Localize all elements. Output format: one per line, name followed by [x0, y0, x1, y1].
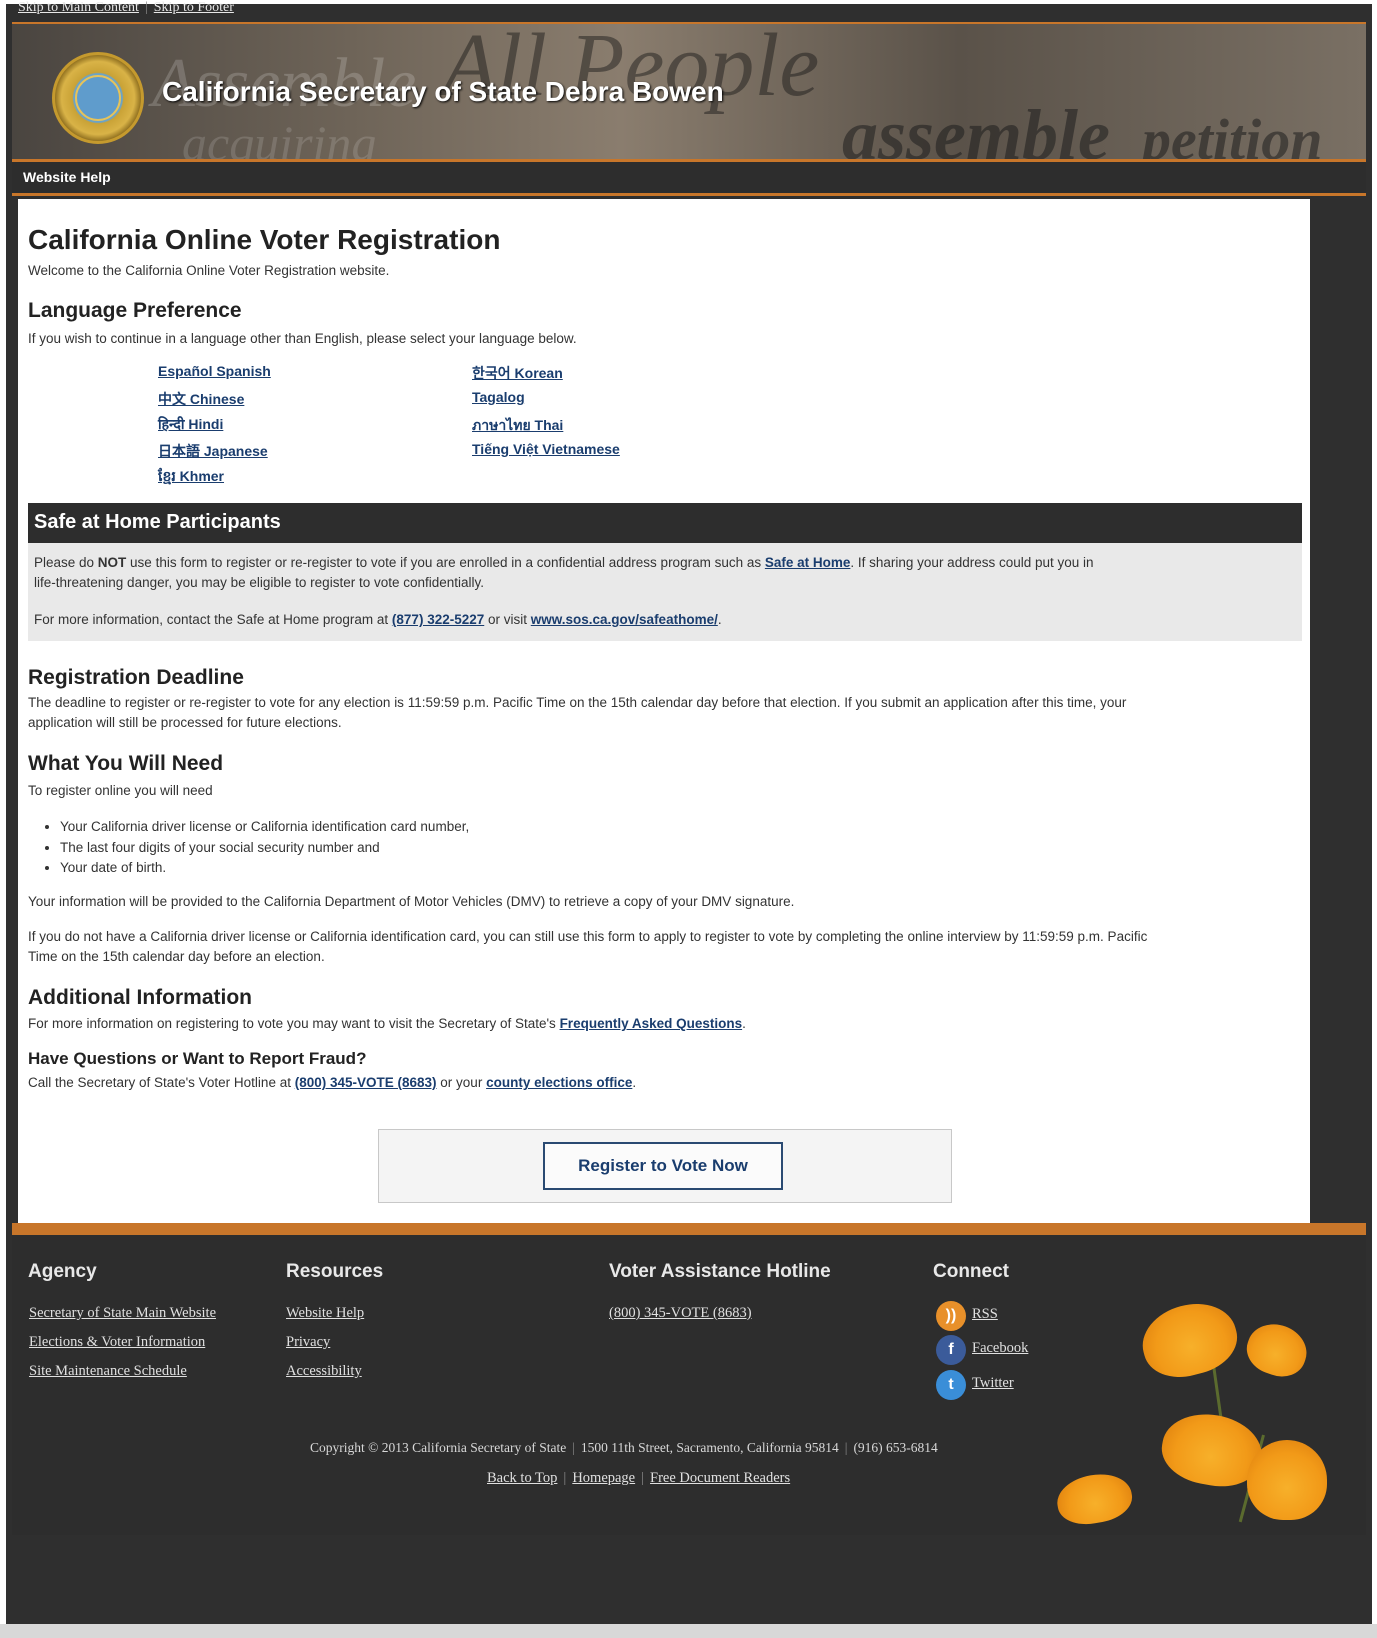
dmv-text: Your information will be provided to the…	[28, 894, 795, 909]
lang-chinese-link[interactable]: 中文 Chinese	[158, 389, 244, 409]
faq-link[interactable]: Frequently Asked Questions	[560, 1016, 743, 1031]
need-intro: To register online you will need	[28, 783, 213, 798]
safe-at-home-url-link[interactable]: www.sos.ca.gov/safeathome/	[531, 612, 718, 627]
fraud-text: Call the Secretary of State's Voter Hotl…	[28, 1075, 637, 1090]
banner-texture: petition	[1142, 107, 1323, 162]
register-button-container: Register to Vote Now	[378, 1129, 952, 1203]
lang-spanish-link[interactable]: Español Spanish	[158, 363, 271, 379]
safe-at-home-paragraph-1: Please do NOT use this form to register …	[34, 555, 1094, 590]
copyright-text: Copyright © 2013 California Secretary of…	[310, 1440, 567, 1455]
website-help-link[interactable]: Website Help	[23, 169, 111, 185]
lang-japanese-link[interactable]: 日本語 Japanese	[158, 441, 268, 461]
lang-tagalog-link[interactable]: Tagalog	[472, 389, 525, 405]
skip-to-footer-link[interactable]: Skip to Footer	[154, 0, 234, 15]
deadline-text: The deadline to register or re-register …	[28, 695, 1127, 730]
footer-twitter-link[interactable]: Twitter	[972, 1375, 1014, 1392]
lang-thai-link[interactable]: ภาษาไทย Thai	[472, 415, 563, 437]
state-seal-logo[interactable]	[52, 52, 144, 144]
poppy-flower-decoration	[1240, 1316, 1314, 1384]
footer-sos-main-link[interactable]: Secretary of State Main Website	[29, 1305, 216, 1322]
poppy-flower-decoration	[1247, 1440, 1327, 1520]
lang-korean-link[interactable]: 한국어 Korean	[472, 363, 563, 383]
voter-hotline-link[interactable]: (800) 345-VOTE (8683)	[295, 1075, 437, 1090]
register-to-vote-button[interactable]: Register to Vote Now	[543, 1142, 783, 1190]
safe-at-home-paragraph-2: For more information, contact the Safe a…	[34, 612, 722, 627]
back-to-top-link[interactable]: Back to Top	[487, 1470, 557, 1486]
main-content: California Online Voter Registration Wel…	[18, 199, 1310, 1223]
site-footer: Agency Secretary of State Main Website E…	[12, 1235, 1366, 1535]
safe-at-home-phone-link[interactable]: (877) 322-5227	[392, 612, 484, 627]
footer-elections-link[interactable]: Elections & Voter Information	[29, 1334, 205, 1351]
footer-hotline-heading: Voter Assistance Hotline	[609, 1261, 831, 1282]
window-bottom-strip	[0, 1624, 1377, 1638]
footer-hotline-phone-link[interactable]: (800) 345-VOTE (8683)	[609, 1305, 752, 1322]
free-document-readers-link[interactable]: Free Document Readers	[650, 1470, 790, 1486]
lang-khmer-link[interactable]: ខ្មែរ Khmer	[158, 467, 224, 488]
footer-bottom-links: Back to Top | Homepage | Free Document Reade…	[487, 1470, 791, 1486]
list-item: Your date of birth.	[60, 858, 469, 879]
footer-privacy-link[interactable]: Privacy	[286, 1334, 330, 1351]
site-title[interactable]: California Secretary of State Debra Bowe…	[162, 76, 724, 108]
lang-vietnamese-link[interactable]: Tiếng Việt Vietnamese	[472, 441, 620, 457]
poppy-flower-decoration	[1053, 1468, 1136, 1530]
twitter-icon[interactable]: t	[936, 1370, 966, 1400]
skip-links: Skip to Main Content | Skip to Footer	[18, 0, 234, 15]
need-heading: What You Will Need	[28, 752, 224, 775]
page-bottom-area	[6, 1535, 1372, 1624]
county-elections-link[interactable]: county elections office	[486, 1075, 632, 1090]
phone-text: (916) 653-6814	[853, 1440, 938, 1455]
no-license-text: If you do not have a California driver l…	[28, 929, 1148, 964]
banner-texture: acquiring	[182, 115, 377, 162]
footer-agency-heading: Agency	[28, 1261, 97, 1282]
top-nav: Website Help	[12, 162, 1366, 196]
poppy-flower-decoration	[1134, 1293, 1245, 1387]
language-heading: Language Preference	[28, 299, 242, 322]
address-text: 1500 11th Street, Sacramento, California…	[580, 1440, 839, 1455]
rss-icon[interactable]: ))	[936, 1301, 966, 1331]
homepage-link[interactable]: Homepage	[572, 1470, 635, 1486]
site-banner: Assemble All People acquiring assemble p…	[12, 22, 1366, 162]
list-item: Your California driver license or Califo…	[60, 817, 469, 838]
additional-text: For more information on registering to v…	[28, 1016, 746, 1031]
deadline-heading: Registration Deadline	[28, 666, 244, 689]
footer-resources-heading: Resources	[286, 1261, 384, 1282]
lang-hindi-link[interactable]: हिन्दी Hindi	[158, 415, 223, 434]
footer-facebook-link[interactable]: Facebook	[972, 1340, 1028, 1357]
footer-website-help-link[interactable]: Website Help	[286, 1305, 364, 1322]
safe-at-home-link[interactable]: Safe at Home	[765, 555, 851, 570]
banner-texture: assemble	[842, 95, 1110, 162]
footer-rss-link[interactable]: RSS	[972, 1306, 998, 1323]
safe-at-home-box: Safe at Home Participants Please do NOT …	[28, 503, 1302, 641]
page-title: California Online Voter Registration	[28, 224, 501, 255]
safe-at-home-heading: Safe at Home Participants	[34, 511, 281, 533]
skip-to-main-link[interactable]: Skip to Main Content	[18, 0, 139, 15]
welcome-text: Welcome to the California Online Voter R…	[28, 263, 390, 278]
footer-accessibility-link[interactable]: Accessibility	[286, 1363, 362, 1380]
list-item: The last four digits of your social secu…	[60, 838, 469, 859]
need-list: Your California driver license or Califo…	[60, 817, 469, 879]
footer-copyright: Copyright © 2013 California Secretary of…	[310, 1440, 938, 1455]
additional-heading: Additional Information	[28, 986, 252, 1009]
footer-maintenance-link[interactable]: Site Maintenance Schedule	[29, 1363, 187, 1380]
safe-at-home-header: Safe at Home Participants	[28, 503, 1302, 543]
footer-accent-bar	[12, 1223, 1366, 1235]
footer-connect-heading: Connect	[933, 1261, 1009, 1282]
language-intro: If you wish to continue in a language ot…	[28, 331, 577, 346]
facebook-icon[interactable]: f	[936, 1335, 966, 1365]
fraud-heading: Have Questions or Want to Report Fraud?	[28, 1049, 367, 1068]
